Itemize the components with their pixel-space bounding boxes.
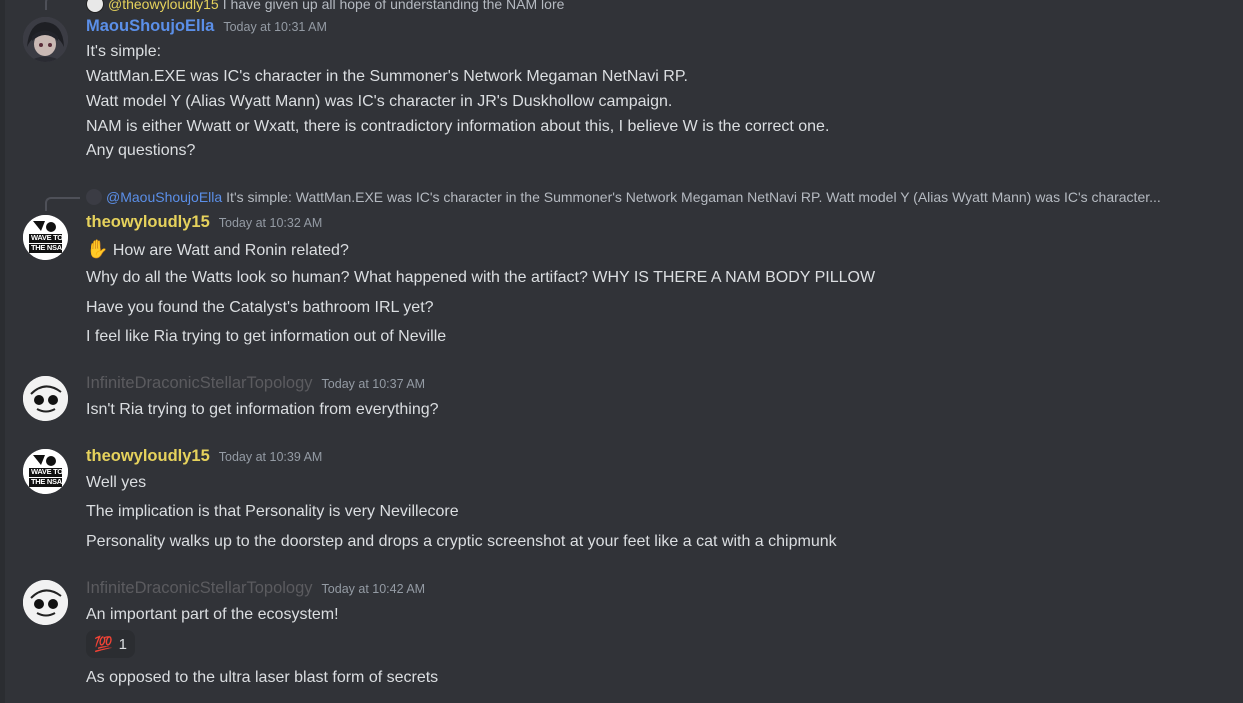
reaction-count: 1 (118, 635, 128, 653)
message-line: It's simple: (86, 43, 162, 60)
reply-avatar (86, 189, 102, 205)
message-line: WattMan.EXE was IC's character in the Su… (86, 68, 688, 85)
message-text: How are Watt and Ronin related? (112, 242, 349, 259)
avatar-text: THE NSA (31, 477, 62, 486)
reply-spine (45, 0, 80, 10)
avatar[interactable] (23, 376, 68, 421)
avatar-text: THE NSA (31, 243, 62, 252)
username[interactable]: MaouShoujoElla (86, 17, 214, 36)
username[interactable]: InfiniteDraconicStellarTopology (86, 579, 313, 598)
message-line: I feel like Ria trying to get informatio… (86, 328, 447, 345)
reply-preview[interactable]: @MaouShoujoElla It's simple: WattMan.EXE… (86, 187, 1236, 207)
reply-preview[interactable]: @theowyloudly15 I have given up all hope… (86, 0, 564, 14)
timestamp[interactable]: Today at 10:42 AM (322, 582, 426, 596)
left-sidebar-edge (0, 0, 5, 703)
avatar[interactable]: WAVE TO THE NSA (23, 449, 68, 494)
message-line: Have you found the Catalyst's bathroom I… (86, 299, 434, 316)
message-line: Watt model Y (Alias Wyatt Mann) was IC's… (86, 93, 673, 110)
message-line: NAM is either Wwatt or Wxatt, there is c… (86, 118, 830, 135)
reply-username[interactable]: @MaouShoujoElla (106, 189, 222, 205)
hundred-points-icon: 💯 (93, 636, 113, 653)
avatar[interactable]: WAVE TO THE NSA (23, 215, 68, 260)
message-header: InfiniteDraconicStellarTopology Today at… (86, 374, 425, 396)
username[interactable]: InfiniteDraconicStellarTopology (86, 374, 313, 393)
reply-text: I have given up all hope of understandin… (222, 0, 565, 12)
reply-avatar (86, 0, 104, 13)
message-line: Why do all the Watts look so human? What… (86, 269, 876, 286)
reply-text: It's simple: WattMan.EXE was IC's charac… (226, 189, 1161, 205)
dark-hooded-girl-avatar-icon (23, 17, 68, 62)
message-line: Personality walks up to the doorstep and… (86, 533, 837, 550)
message-header: theowyloudly15 Today at 10:32 AM (86, 213, 322, 235)
avatar-text: WAVE TO (31, 233, 63, 242)
username[interactable]: theowyloudly15 (86, 447, 210, 466)
message-line: Isn't Ria trying to get information from… (86, 401, 439, 418)
sketch-face-avatar-icon (23, 376, 68, 421)
reply-spine (45, 197, 80, 211)
message-header: MaouShoujoElla Today at 10:31 AM (86, 17, 327, 39)
avatar[interactable] (23, 580, 68, 625)
timestamp[interactable]: Today at 10:37 AM (322, 377, 426, 391)
raised-hand-icon: ✋ (86, 239, 109, 259)
reply-username[interactable]: @theowyloudly15 (108, 0, 219, 12)
sketch-face-avatar-icon (23, 580, 68, 625)
message-header: theowyloudly15 Today at 10:39 AM (86, 447, 322, 469)
message-line: ✋ How are Watt and Ronin related? (86, 238, 349, 262)
timestamp[interactable]: Today at 10:31 AM (223, 20, 327, 34)
message-line: The implication is that Personality is v… (86, 503, 459, 520)
reaction-button[interactable]: 💯 1 (86, 630, 135, 658)
message-line: Any questions? (86, 142, 196, 159)
message-line: An important part of the ecosystem! (86, 606, 339, 623)
message-line: As opposed to the ultra laser blast form… (86, 669, 439, 686)
username[interactable]: theowyloudly15 (86, 213, 210, 232)
timestamp[interactable]: Today at 10:32 AM (219, 216, 323, 230)
avatar[interactable] (23, 17, 68, 62)
avatar-text: WAVE TO (31, 467, 63, 476)
message-header: InfiniteDraconicStellarTopology Today at… (86, 579, 425, 601)
timestamp[interactable]: Today at 10:39 AM (219, 450, 323, 464)
message-line: Well yes (86, 474, 147, 491)
